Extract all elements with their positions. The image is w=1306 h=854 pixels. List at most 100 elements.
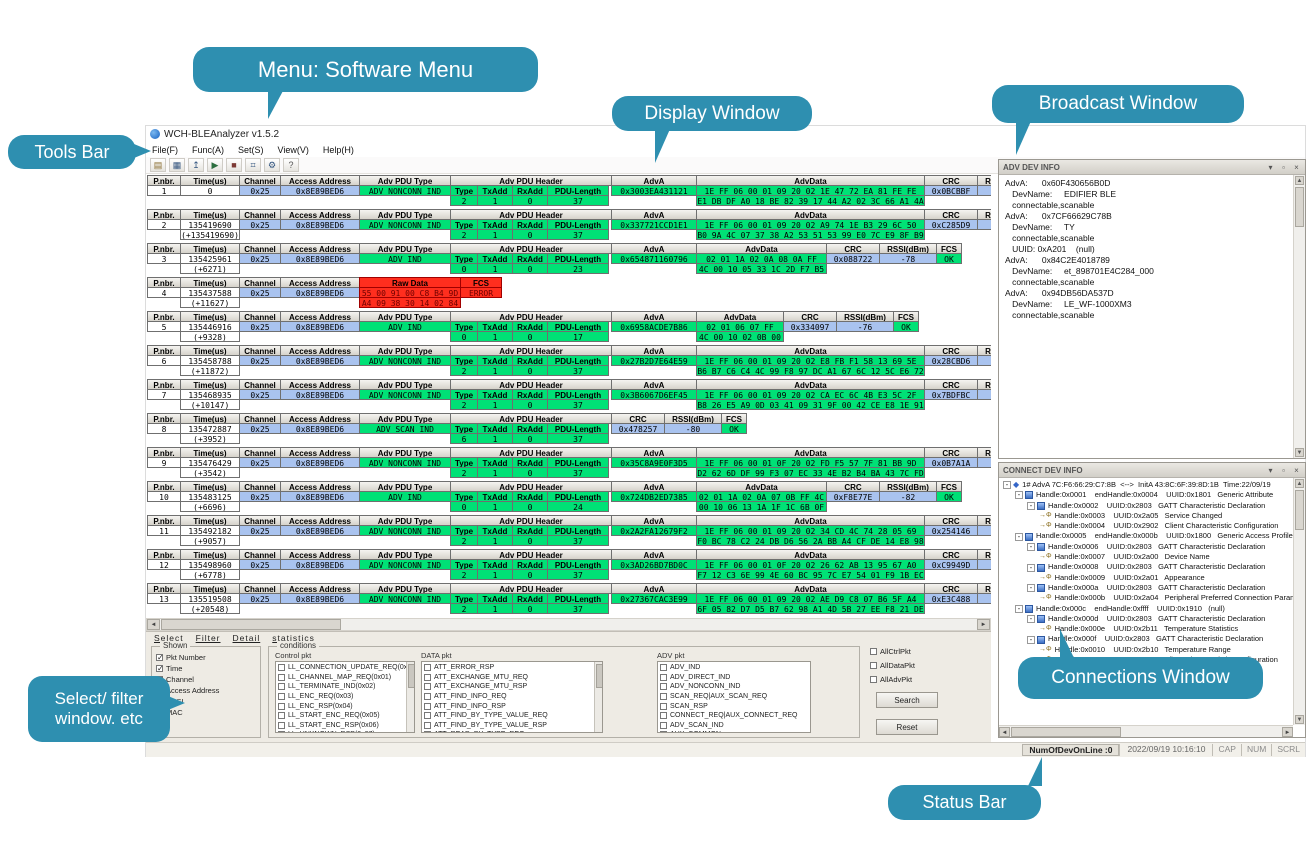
packet-display[interactable]: P.nbr.1Time(us)0Channel0x25Access Addres…: [146, 174, 991, 618]
settings-icon[interactable]: ⚙: [264, 158, 280, 172]
tree-node[interactable]: -Handle:0x0008 UUID:0x2803 GATT Characte…: [1001, 562, 1293, 572]
pkt-type-item[interactable]: LL_START_ENC_RSP(0x06): [278, 721, 412, 731]
packet-row[interactable]: P.nbr.12Time(us)135498960(+6778)Channel0…: [147, 549, 991, 582]
packet-row[interactable]: P.nbr.2Time(us)135419690(+135419690)Chan…: [147, 209, 991, 242]
packet-row[interactable]: P.nbr.5Time(us)135446916(+9328)Channel0x…: [147, 311, 991, 344]
pkt-type-item[interactable]: ATT_FIND_BY_TYPE_VALUE_RSP: [424, 721, 600, 731]
checkbox-icon[interactable]: [278, 693, 285, 700]
expand-icon[interactable]: -: [1027, 636, 1035, 644]
checkbox-icon[interactable]: [660, 664, 667, 671]
checkbox-icon[interactable]: [278, 674, 285, 681]
pkt-type-item[interactable]: ADV_NONCONN_IND: [660, 682, 808, 692]
expand-icon[interactable]: -: [1027, 615, 1035, 623]
packet-row[interactable]: P.nbr.10Time(us)135483125(+6696)Channel0…: [147, 481, 991, 514]
checkbox-icon[interactable]: [660, 712, 667, 719]
pkt-type-item[interactable]: LL_ENC_RSP(0x04): [278, 701, 412, 711]
scroll-down-icon[interactable]: ▼: [1295, 715, 1304, 724]
connect-vscrollbar[interactable]: ▲ ▼: [1293, 478, 1305, 725]
checkbox-icon[interactable]: [278, 683, 285, 690]
menu-item-help[interactable]: Help(H): [323, 145, 354, 155]
save-icon[interactable]: ▦: [169, 158, 185, 172]
packet-row[interactable]: P.nbr.1Time(us)0Channel0x25Access Addres…: [147, 175, 991, 208]
expand-icon[interactable]: -: [1027, 543, 1035, 551]
filter-tab-filter[interactable]: Filter: [196, 633, 221, 644]
packet-row[interactable]: P.nbr.4Time(us)135437588(+11627)Channel0…: [147, 277, 991, 310]
connect-hscrollbar[interactable]: ◄ ►: [999, 725, 1293, 737]
scroll-right-icon[interactable]: ►: [977, 619, 990, 630]
stop-capture-icon[interactable]: ■: [226, 158, 242, 172]
pkt-type-item[interactable]: ATT_FIND_INFO_REQ: [424, 692, 600, 702]
checkbox-checked-icon[interactable]: [156, 665, 163, 672]
tree-node[interactable]: -Handle:0x000c endHandle:0xffff UUID:0x1…: [1001, 604, 1293, 614]
pkt-type-item[interactable]: LL_UNKNOWN_RSP(0x07): [278, 730, 412, 733]
scroll-thumb[interactable]: [1011, 727, 1121, 737]
checkbox-icon[interactable]: [424, 693, 431, 700]
dropdown-icon[interactable]: ▾: [1266, 163, 1275, 172]
pkt-type-item[interactable]: CONNECT_REQ|AUX_CONNECT_REQ: [660, 711, 808, 721]
start-capture-icon[interactable]: ▶: [207, 158, 223, 172]
scroll-left-icon[interactable]: ◄: [999, 727, 1010, 737]
adv-dev-list[interactable]: AdvA: 0x60F430656B0D DevName: EDIFIER BL…: [999, 175, 1293, 458]
close-icon[interactable]: ×: [1292, 466, 1301, 475]
checkbox-icon[interactable]: [660, 703, 667, 710]
checkbox-icon[interactable]: [660, 693, 667, 700]
checkbox-icon[interactable]: [424, 674, 431, 681]
checkbox-icon[interactable]: [278, 664, 285, 671]
pkt-type-item[interactable]: ADV_DIRECT_IND: [660, 673, 808, 683]
checkbox-icon[interactable]: [660, 674, 667, 681]
all-check-item[interactable]: AllCtrlPkt: [870, 644, 915, 658]
tree-node[interactable]: -Handle:0x000f UUID:0x2803 GATT Characte…: [1001, 634, 1293, 644]
search-button[interactable]: Search: [876, 692, 938, 708]
packet-row[interactable]: P.nbr.3Time(us)135425961(+6271)Channel0x…: [147, 243, 991, 276]
pkt-type-item[interactable]: AUX_COMMON: [660, 730, 808, 733]
pkt-type-item[interactable]: ATT_FIND_BY_TYPE_VALUE_REQ: [424, 711, 600, 721]
packet-row[interactable]: P.nbr.7Time(us)135468935(+10147)Channel0…: [147, 379, 991, 412]
pkt-type-item[interactable]: LL_START_ENC_REQ(0x05): [278, 711, 412, 721]
shown-list[interactable]: Pkt NumberTimeChannelAccess AddressRSSIM…: [156, 652, 258, 735]
pkt-type-item[interactable]: ATT_EXCHANGE_MTU_RSP: [424, 682, 600, 692]
reset-button[interactable]: Reset: [876, 719, 938, 735]
adv-vscrollbar[interactable]: ▲ ▼: [1293, 175, 1305, 458]
tree-node[interactable]: →ΦHandle:0x000b UUID:0x2a04 Peripheral P…: [1001, 593, 1293, 603]
help-icon[interactable]: ?: [283, 158, 299, 172]
packet-row[interactable]: P.nbr.11Time(us)135492182(+9057)Channel0…: [147, 515, 991, 548]
menu-item-set[interactable]: Set(S): [238, 145, 264, 155]
pkt-type-item[interactable]: ADV_SCAN_IND: [660, 721, 808, 731]
scroll-up-icon[interactable]: ▲: [1295, 176, 1304, 185]
control-pkt-list[interactable]: LL_CONNECTION_UPDATE_REQ(0x00)LL_CHANNEL…: [275, 661, 415, 733]
expand-icon[interactable]: -: [1015, 605, 1023, 613]
pkt-type-item[interactable]: ATT_ERROR_RSP: [424, 663, 600, 673]
tree-node[interactable]: →ΦHandle:0x0009 UUID:0x2a01 Appearance: [1001, 573, 1293, 583]
open-icon[interactable]: ▤: [150, 158, 166, 172]
checkbox-icon[interactable]: [424, 712, 431, 719]
shown-item[interactable]: Access Address: [156, 685, 258, 696]
pkt-type-item[interactable]: ATT_FIND_INFO_RSP: [424, 701, 600, 711]
menu-item-view[interactable]: View(V): [278, 145, 309, 155]
filter-tab-detail[interactable]: Detail: [233, 633, 261, 644]
shown-item[interactable]: Pkt Number: [156, 652, 258, 663]
scroll-left-icon[interactable]: ◄: [147, 619, 160, 630]
scroll-thumb[interactable]: [1295, 490, 1304, 530]
checkbox-icon[interactable]: [870, 676, 877, 683]
device-list-icon[interactable]: ⌗: [245, 158, 261, 172]
checkbox-icon[interactable]: [278, 722, 285, 729]
checkbox-icon[interactable]: [278, 703, 285, 710]
tree-node[interactable]: →ΦHandle:0x0010 UUID:0x2b10 Temperature …: [1001, 645, 1293, 655]
pkt-type-item[interactable]: LL_CHANNEL_MAP_REQ(0x01): [278, 673, 412, 683]
packet-row[interactable]: P.nbr.6Time(us)135458788(+11872)Channel0…: [147, 345, 991, 378]
checkbox-icon[interactable]: [870, 648, 877, 655]
tree-node[interactable]: -Handle:0x000a UUID:0x2803 GATT Characte…: [1001, 583, 1293, 593]
scroll-down-icon[interactable]: ▼: [1295, 448, 1304, 457]
expand-icon[interactable]: -: [1003, 481, 1011, 489]
pkt-type-item[interactable]: ADV_IND: [660, 663, 808, 673]
shown-item[interactable]: Time: [156, 663, 258, 674]
shown-item[interactable]: Channel: [156, 674, 258, 685]
checkbox-icon[interactable]: [424, 731, 431, 733]
pkt-type-item[interactable]: SCAN_REQ|AUX_SCAN_REQ: [660, 692, 808, 702]
expand-icon[interactable]: -: [1027, 502, 1035, 510]
scroll-thumb[interactable]: [161, 619, 341, 630]
scroll-up-icon[interactable]: ▲: [1295, 479, 1304, 488]
tree-node[interactable]: →ΦHandle:0x0007 UUID:0x2a00 Device Name: [1001, 552, 1293, 562]
checkbox-icon[interactable]: [424, 683, 431, 690]
export-icon[interactable]: ↥: [188, 158, 204, 172]
